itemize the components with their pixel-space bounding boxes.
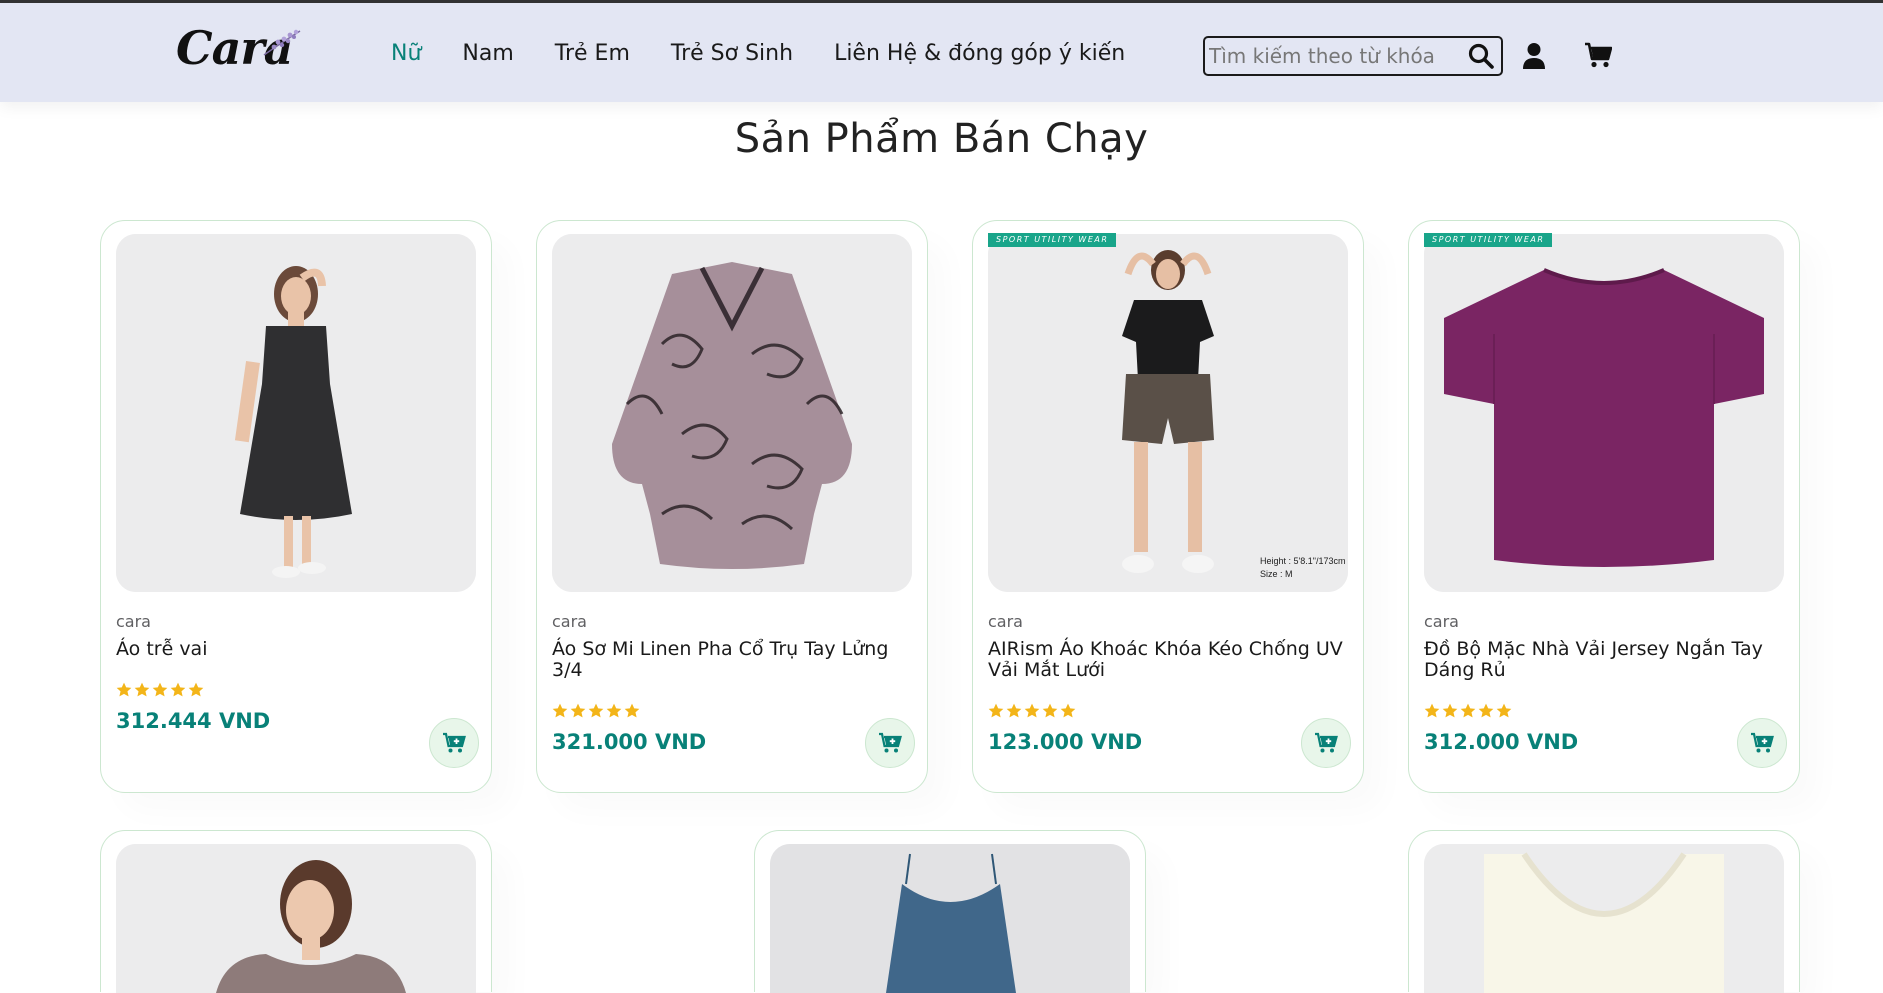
product-name[interactable]: Đồ Bộ Mặc Nhà Vải Jersey Ngắn Tay Dáng R… [1424, 639, 1784, 681]
star-icon [588, 703, 604, 718]
nav-item-tre-em[interactable]: Trẻ Em [555, 39, 630, 69]
site-header: Cara Nữ Nam Trẻ Em Trẻ Sơ Sinh Liên Hệ &… [0, 3, 1883, 102]
star-icon [1442, 703, 1458, 718]
add-to-cart-button[interactable] [429, 718, 479, 768]
rating-stars [1424, 703, 1514, 721]
star-icon [606, 703, 622, 718]
product-name[interactable]: Áo Sơ Mi Linen Pha Cổ Trụ Tay Lửng 3/4 [552, 639, 912, 681]
add-cart-icon [879, 732, 902, 753]
star-icon [134, 682, 150, 697]
product-card[interactable]: cara Áo trễ vai 312.444 VND [100, 220, 492, 793]
product-image[interactable] [552, 234, 912, 592]
rating-stars [116, 682, 206, 700]
product-name[interactable]: AIRism Áo Khoác Khóa Kéo Chống UV Vải Mắ… [988, 639, 1348, 681]
product-price: 123.000 VND [988, 730, 1143, 754]
star-icon [552, 703, 568, 718]
svg-text:Height : 5'8.1"/173cm: Height : 5'8.1"/173cm [1260, 556, 1345, 566]
star-icon [152, 682, 168, 697]
add-to-cart-button[interactable] [1737, 718, 1787, 768]
main-nav: Nữ Nam Trẻ Em Trẻ Sơ Sinh Liên Hệ & đóng… [391, 39, 1125, 69]
star-icon [624, 703, 640, 718]
star-icon [170, 682, 186, 697]
add-cart-icon [443, 732, 466, 753]
user-icon[interactable] [1522, 42, 1546, 70]
product-card[interactable]: cara Áo Sơ Mi Linen Pha Cổ Trụ Tay Lửng … [536, 220, 928, 793]
product-image[interactable] [116, 844, 476, 993]
product-card[interactable]: Height : 5'8.1"/173cm Size : M SPORT UTI… [972, 220, 1364, 793]
rating-stars [988, 703, 1078, 721]
product-image[interactable] [770, 844, 1130, 993]
lavender-sprig-icon [263, 29, 301, 56]
star-icon [1060, 703, 1076, 718]
product-brand: cara [1424, 612, 1459, 631]
star-icon [1478, 703, 1494, 718]
add-to-cart-button[interactable] [1301, 718, 1351, 768]
search-icon[interactable] [1467, 42, 1495, 70]
rating-stars [552, 703, 642, 721]
star-icon [116, 682, 132, 697]
section-title: Sản Phẩm Bán Chạy [734, 116, 1149, 162]
product-card[interactable] [100, 830, 492, 993]
star-icon [1424, 703, 1440, 718]
nav-item-lien-he[interactable]: Liên Hệ & đóng góp ý kiến [834, 39, 1125, 69]
product-brand: cara [552, 612, 587, 631]
product-brand: cara [116, 612, 151, 631]
star-icon [988, 703, 1004, 718]
search-box [1203, 36, 1503, 76]
product-tag: SPORT UTILITY WEAR [1424, 233, 1553, 247]
add-cart-icon [1315, 732, 1338, 753]
product-card[interactable] [1408, 830, 1800, 993]
product-card[interactable] [754, 830, 1146, 993]
product-price: 312.000 VND [1424, 730, 1579, 754]
logo[interactable]: Cara [176, 21, 306, 85]
product-tag: SPORT UTILITY WEAR [988, 233, 1117, 247]
star-icon [188, 682, 204, 697]
svg-text:Size : M: Size : M [1260, 569, 1293, 579]
star-icon [1024, 703, 1040, 718]
product-price: 312.444 VND [116, 709, 271, 733]
product-image[interactable] [116, 234, 476, 592]
nav-item-nam[interactable]: Nam [462, 39, 513, 69]
cart-icon[interactable] [1584, 41, 1612, 69]
product-image[interactable]: Height : 5'8.1"/173cm Size : M [988, 234, 1348, 592]
star-icon [1042, 703, 1058, 718]
product-brand: cara [988, 612, 1023, 631]
product-name[interactable]: Áo trễ vai [116, 639, 476, 660]
star-icon [1006, 703, 1022, 718]
nav-item-tre-so-sinh[interactable]: Trẻ Sơ Sinh [671, 39, 793, 69]
product-card[interactable]: SPORT UTILITY WEAR cara Đồ Bộ Mặc Nhà Vả… [1408, 220, 1800, 793]
nav-item-nu[interactable]: Nữ [391, 39, 421, 69]
add-cart-icon [1751, 732, 1774, 753]
add-to-cart-button[interactable] [865, 718, 915, 768]
star-icon [1460, 703, 1476, 718]
star-icon [570, 703, 586, 718]
product-image[interactable] [1424, 844, 1784, 993]
star-icon [1496, 703, 1512, 718]
product-price: 321.000 VND [552, 730, 707, 754]
search-input[interactable] [1209, 41, 1463, 71]
product-image[interactable] [1424, 234, 1784, 592]
